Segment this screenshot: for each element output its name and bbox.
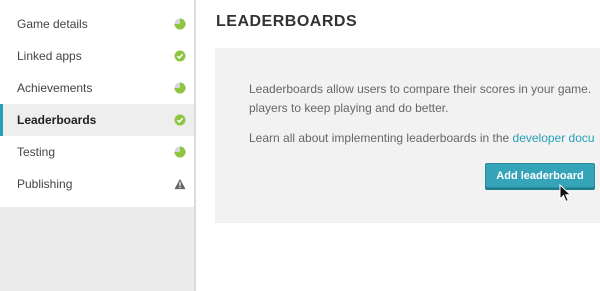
partial-status-icon	[174, 146, 186, 158]
sidebar-item-achievements[interactable]: Achievements	[0, 72, 194, 104]
page-title: LEADERBOARDS	[216, 13, 358, 30]
sidebar-nav: Game details Linked apps Achievements Le…	[0, 0, 194, 207]
developer-docs-link[interactable]: developer docu	[513, 131, 595, 145]
check-circle-icon	[174, 50, 186, 62]
partial-status-icon	[174, 82, 186, 94]
add-leaderboard-button[interactable]: Add leaderboard	[485, 163, 595, 188]
sidebar-item-label: Game details	[17, 17, 88, 31]
sidebar-item-label: Publishing	[17, 177, 73, 191]
description-text: Leaderboards allow users to compare thei…	[249, 80, 591, 118]
sidebar-item-label: Linked apps	[17, 49, 82, 63]
description-line-2: players to keep playing and do better.	[249, 101, 449, 115]
sidebar-item-game-details[interactable]: Game details	[0, 8, 194, 40]
sidebar-item-label: Leaderboards	[17, 113, 97, 127]
leaderboards-info-panel: Leaderboards allow users to compare thei…	[215, 48, 600, 223]
sidebar: Game details Linked apps Achievements Le…	[0, 0, 194, 291]
learn-more-label: Learn all about implementing leaderboard…	[249, 131, 513, 145]
warning-icon	[174, 178, 186, 190]
description-line-1: Leaderboards allow users to compare thei…	[249, 82, 592, 96]
partial-status-icon	[174, 18, 186, 30]
sidebar-item-label: Achievements	[17, 81, 93, 95]
check-circle-icon	[174, 114, 186, 126]
mouse-cursor-icon	[559, 184, 572, 203]
sidebar-item-label: Testing	[17, 145, 56, 159]
sidebar-item-leaderboards[interactable]: Leaderboards	[0, 104, 194, 136]
sidebar-item-testing[interactable]: Testing	[0, 136, 194, 168]
sidebar-item-linked-apps[interactable]: Linked apps	[0, 40, 194, 72]
learn-more-text: Learn all about implementing leaderboard…	[249, 129, 595, 148]
main-content: LEADERBOARDS Leaderboards allow users to…	[194, 0, 600, 291]
sidebar-item-publishing[interactable]: Publishing	[0, 168, 194, 200]
